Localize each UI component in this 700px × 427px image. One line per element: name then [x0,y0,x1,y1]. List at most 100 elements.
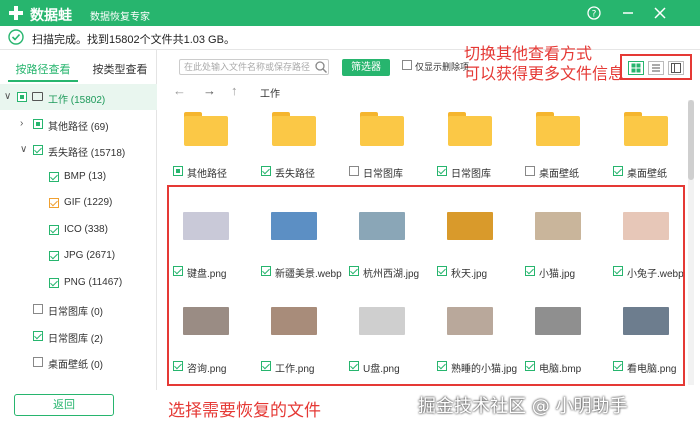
grid-scrollbar[interactable] [688,100,694,385]
folder-tile[interactable]: 桌面壁纸 [603,100,691,184]
scrollbar-thumb[interactable] [688,100,694,180]
tree-item-label: 其他路径 (69) [48,121,109,133]
tree-item[interactable]: 桌面壁纸 (0) [0,349,157,375]
title-bar: 数据蛙 数据恢复专家 ? [0,0,700,26]
tree-item[interactable]: PNG (11467) [0,270,157,296]
app-subtitle: 数据恢复专家 [90,12,150,23]
app-logo-icon [9,6,23,20]
tab-by-type[interactable]: 按类型查看 [85,60,155,82]
nav-forward-icon[interactable]: → [203,84,216,98]
search-input[interactable]: 在此处输入文件名称或保存路径 [179,59,329,75]
tree-item-label: JPG (2671) [64,250,116,261]
folder-tile[interactable]: 桌面壁纸 [515,100,603,184]
expand-arrow-icon[interactable]: ∨ [4,91,14,103]
file-toolbar: 在此处输入文件名称或保存路径 筛选器 仅显示删除项 [157,50,700,84]
tree-item-label: BMP (13) [64,170,107,182]
file-checkbox[interactable] [525,166,535,176]
help-icon[interactable]: ? [586,5,602,21]
folder-icon [360,112,404,146]
minimize-icon[interactable] [620,5,636,21]
folder-tile[interactable]: 日常图库 [339,100,427,184]
folder-tile[interactable]: 丢失路径 [251,100,339,184]
file-name: 丢失路径 [275,169,315,180]
tree-item-checkbox[interactable] [49,277,59,288]
detail-view-icon[interactable] [668,61,684,75]
show-deleted-label: 仅显示删除项 [415,62,470,72]
tree-item[interactable]: ICO (338) [0,217,157,243]
tree-item-label: 日常图库 (0) [48,307,103,318]
folder-thumbnail[interactable] [611,100,681,158]
nav-up-icon[interactable]: ↑ [231,84,238,98]
file-checkbox[interactable] [613,166,623,176]
annotation-select-files: 选择需要恢复的文件 [168,401,321,421]
file-name: 日常图库 [363,169,403,180]
tree-item[interactable]: 日常图库 (2) [0,323,157,349]
drive-icon [32,92,43,101]
scan-status-text: 扫描完成。找到15802个文件共1.03 GB。 [32,34,235,46]
file-checkbox[interactable] [349,166,359,176]
tree-item-checkbox[interactable] [33,145,43,155]
tree-item-checkbox[interactable] [33,330,43,341]
app-name: 数据蛙 [30,7,72,23]
tree-item[interactable]: BMP (13) [0,164,157,190]
grid-view-icon[interactable] [628,61,644,75]
list-view-icon[interactable] [648,61,664,75]
filter-button[interactable]: 筛选器 [342,59,390,76]
expand-arrow-icon[interactable]: ∨ [20,144,30,156]
tree-item-label: 工作 (15802) [48,95,106,106]
folder-icon [624,112,668,146]
svg-text:?: ? [592,10,597,20]
folder-icon [448,112,492,146]
file-name: 其他路径 [187,169,227,180]
tree-item-checkbox[interactable] [49,224,59,235]
file-name: 日常图库 [451,169,491,180]
tree-item-label: PNG (11467) [64,276,123,288]
view-switcher [620,54,692,80]
folder-tile[interactable]: 日常图库 [427,100,515,184]
tree-item[interactable]: JPG (2671) [0,243,157,269]
tree-item-checkbox[interactable] [33,357,43,367]
tree-item-checkbox[interactable] [33,304,43,314]
current-path: 工作 [260,89,280,100]
tree-item[interactable]: ∨ 丢失路径 (15718) [0,137,157,163]
tree-item-checkbox[interactable] [49,171,59,182]
tree-item[interactable]: 日常图库 (0) [0,296,157,322]
annotation-selection-frame [167,185,685,386]
file-checkbox[interactable] [173,166,183,176]
collapse-arrow-icon[interactable]: › [20,118,30,130]
path-navbar: ← → ↑ 工作 [157,84,700,101]
file-name: 桌面壁纸 [627,169,667,180]
tree-item-label: 桌面壁纸 (0) [48,360,103,371]
tree-item-label: 丢失路径 (15718) [48,148,126,159]
tree-item[interactable]: › 其他路径 (69) [0,111,157,137]
tree-item-label: 日常图库 (2) [48,333,103,345]
folder-thumbnail[interactable] [347,100,417,158]
watermark: 掘金技术社区 @ 小明助手 [418,396,628,417]
scan-complete-icon [8,29,24,45]
tree-item[interactable]: GIF (1229) [0,190,157,216]
file-name: 桌面壁纸 [539,169,579,180]
file-checkbox[interactable] [261,166,271,176]
tree-item-checkbox[interactable] [49,251,59,261]
tree-item-checkbox[interactable] [17,92,27,102]
file-checkbox[interactable] [437,166,447,176]
tree-item-label: GIF (1229) [64,197,113,208]
show-deleted-checkbox[interactable] [402,60,412,70]
close-icon[interactable] [652,5,668,21]
nav-back-icon[interactable]: ← [173,84,186,98]
folder-thumbnail[interactable] [435,100,505,158]
back-button[interactable]: 返回 [14,394,114,416]
folder-thumbnail[interactable] [171,100,241,158]
tree-item-checkbox[interactable] [33,118,43,129]
tree-item[interactable]: ∨ 工作 (15802) [0,84,157,110]
tree-item-label: ICO (338) [64,223,108,235]
search-icon[interactable] [314,60,328,74]
folder-tile[interactable]: 其他路径 [163,100,251,184]
folder-thumbnail[interactable] [259,100,329,158]
sidebar-tabs: 按路径查看 按类型查看 [0,60,157,82]
folder-icon [272,112,316,146]
folder-thumbnail[interactable] [523,100,593,158]
folder-icon [184,112,228,146]
tab-by-path[interactable]: 按路径查看 [8,60,78,82]
tree-item-checkbox[interactable] [49,198,59,208]
